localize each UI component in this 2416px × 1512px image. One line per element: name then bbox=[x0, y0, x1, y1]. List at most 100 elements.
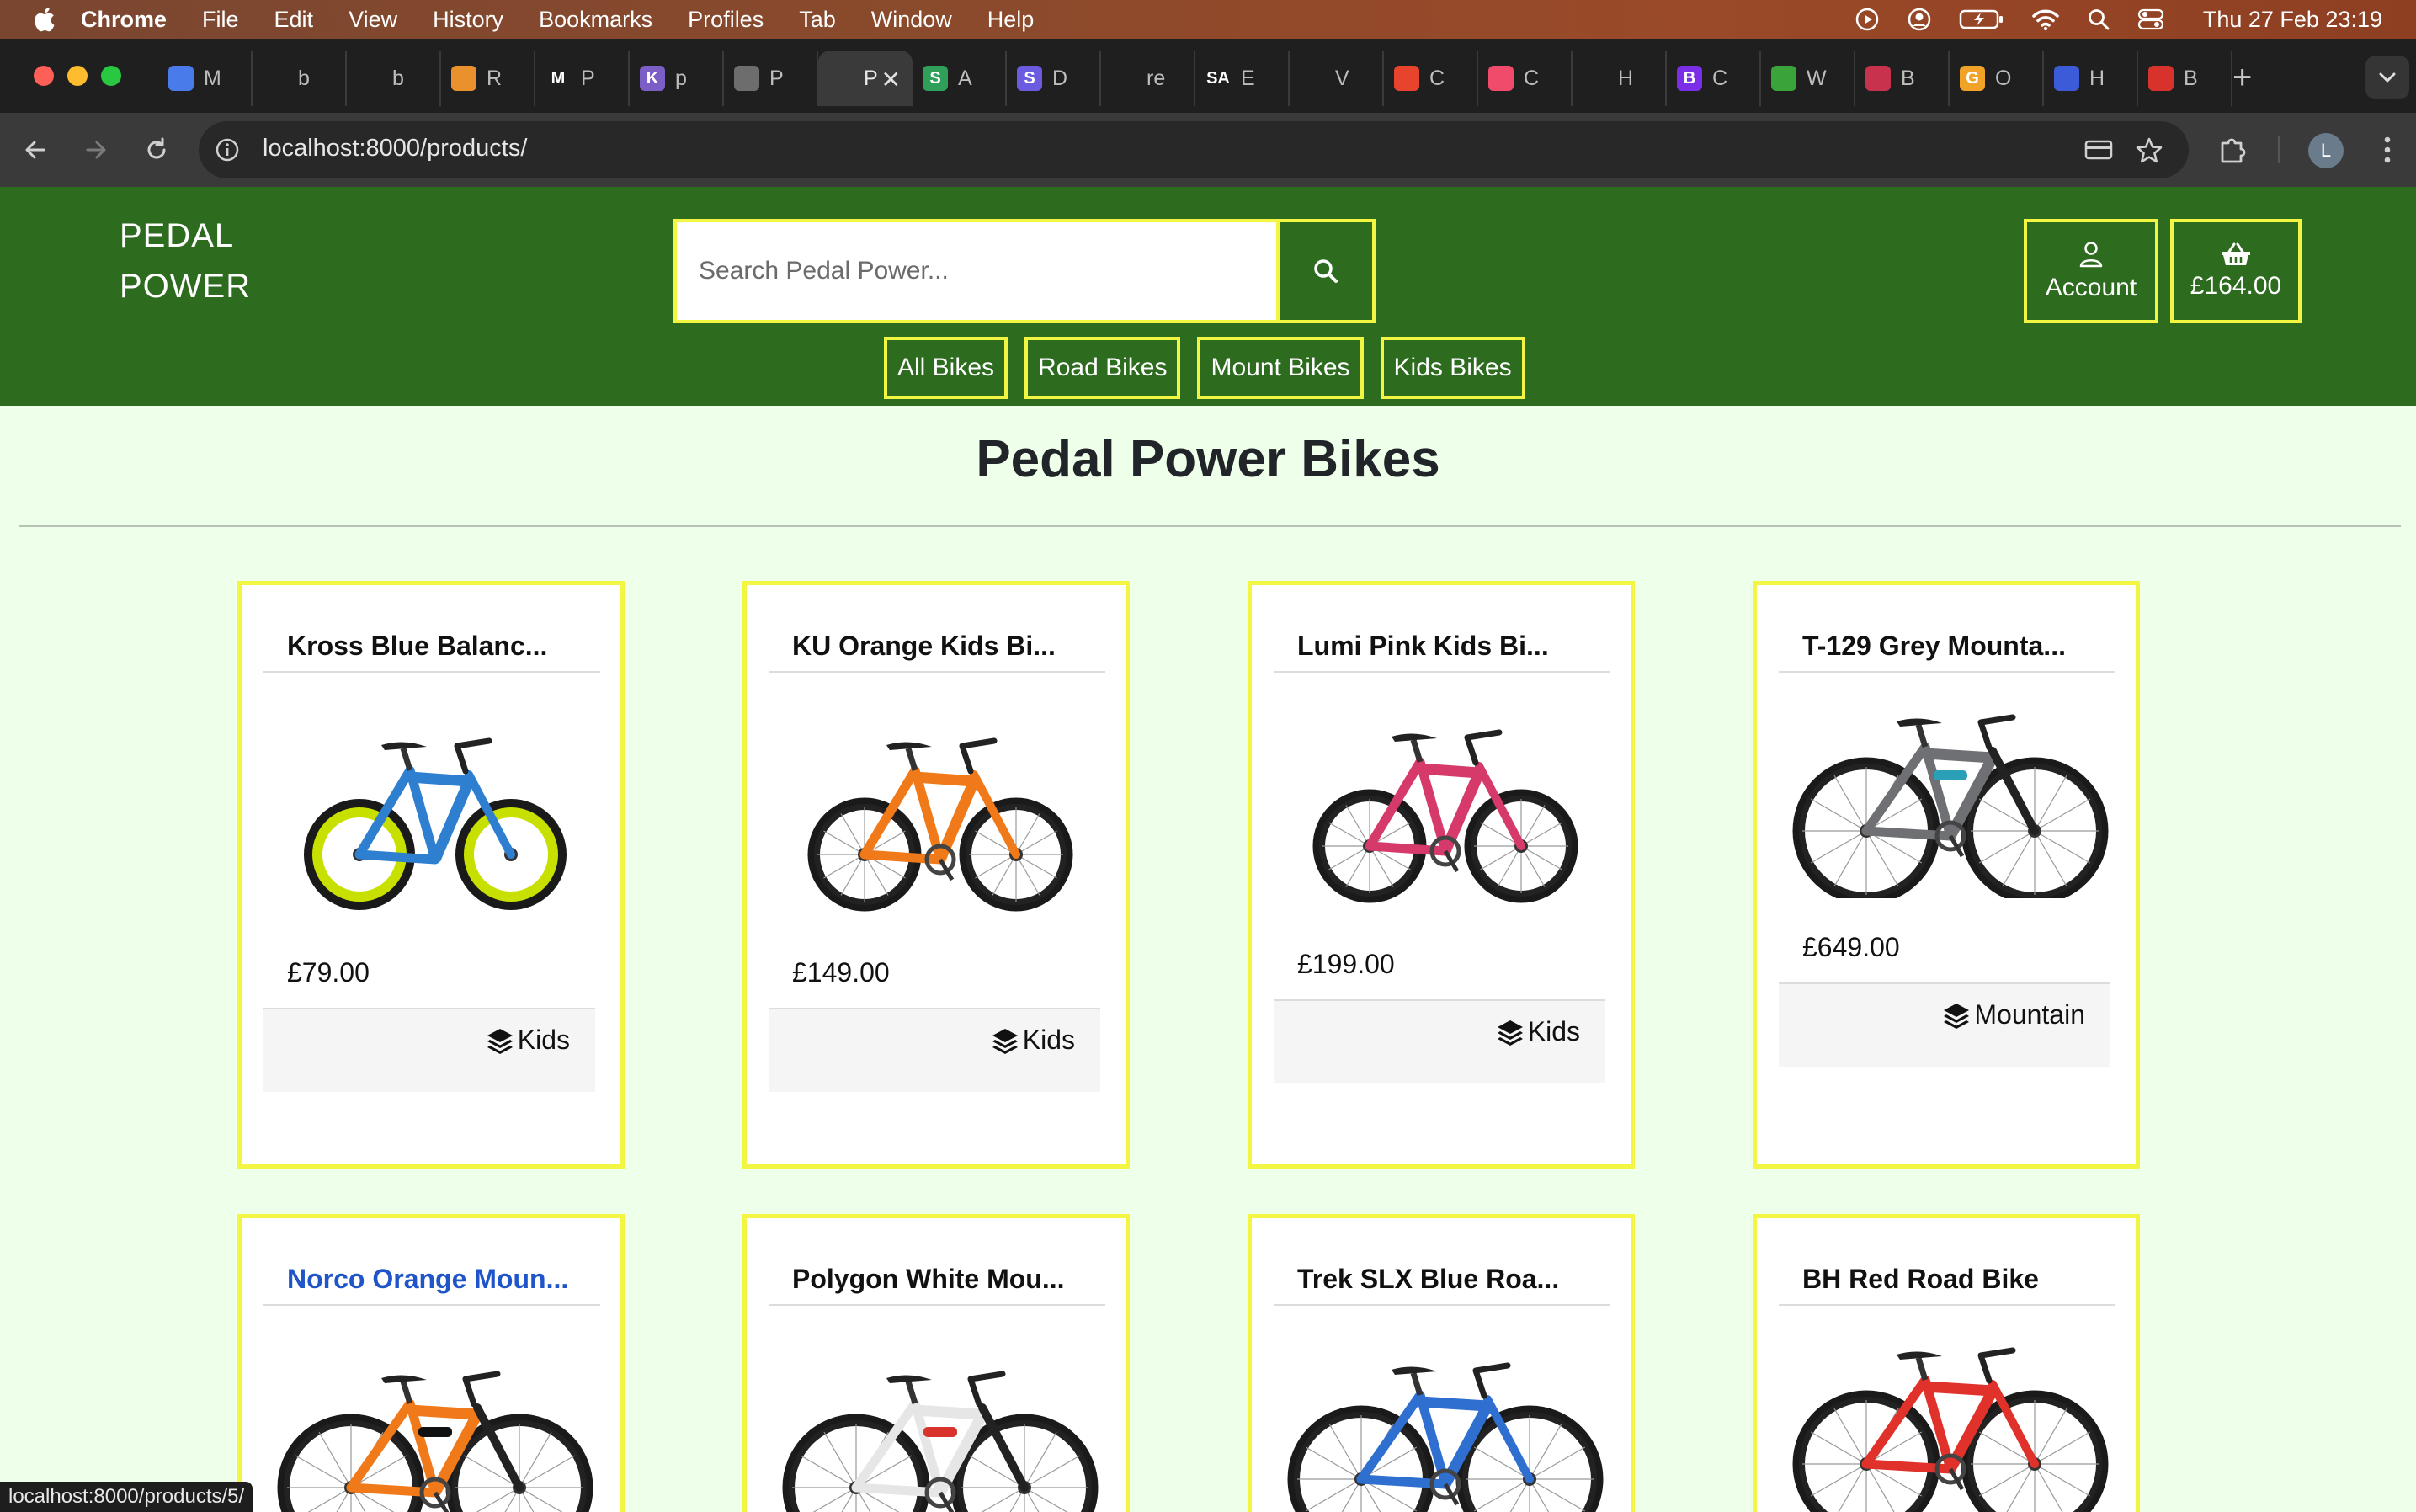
address-bar[interactable]: localhost:8000/products/ bbox=[199, 121, 2189, 178]
tab-title: A bbox=[958, 66, 972, 90]
media-play-icon[interactable] bbox=[1855, 7, 1880, 32]
menu-help[interactable]: Help bbox=[987, 7, 1035, 33]
bookmark-star-icon[interactable] bbox=[2135, 136, 2163, 163]
tab-title: C bbox=[1524, 66, 1540, 90]
account-button[interactable]: Account bbox=[2024, 219, 2158, 323]
control-center-icon[interactable] bbox=[2137, 8, 2164, 31]
extensions-puzzle-icon[interactable] bbox=[2216, 133, 2249, 167]
product-name[interactable]: Lumi Pink Kids Bi... bbox=[1297, 631, 1549, 662]
menu-window[interactable]: Window bbox=[871, 7, 952, 33]
browser-tab[interactable]: C bbox=[1478, 51, 1573, 106]
browser-tab[interactable]: H bbox=[1573, 51, 1667, 106]
product-name[interactable]: BH Red Road Bike bbox=[1802, 1264, 2039, 1295]
window-zoom-button[interactable] bbox=[101, 66, 121, 86]
logo-line-1: PEDAL bbox=[120, 217, 235, 254]
browser-tab[interactable]: BC bbox=[1667, 51, 1761, 106]
browser-tab[interactable]: P bbox=[724, 51, 818, 106]
product-category-link[interactable]: Kids bbox=[1496, 1016, 1580, 1047]
product-name[interactable]: KU Orange Kids Bi... bbox=[792, 631, 1056, 662]
tab-close-icon[interactable]: ✕ bbox=[881, 66, 901, 93]
browser-tab[interactable]: B bbox=[2138, 51, 2232, 106]
profile-avatar[interactable]: L bbox=[2308, 133, 2344, 168]
product-card[interactable]: KU Orange Kids Bi... £149.00 Kids bbox=[742, 581, 1130, 1169]
product-category-link[interactable]: Kids bbox=[991, 1025, 1075, 1056]
more-menu-icon[interactable] bbox=[2374, 131, 2401, 168]
product-name[interactable]: Kross Blue Balanc... bbox=[287, 631, 547, 662]
back-button[interactable] bbox=[17, 131, 54, 168]
browser-tab[interactable]: b bbox=[347, 51, 441, 106]
menu-file[interactable]: File bbox=[202, 7, 239, 33]
search-input[interactable] bbox=[677, 222, 1276, 320]
product-image[interactable] bbox=[1782, 679, 2119, 905]
browser-tab[interactable]: GO bbox=[1950, 51, 2044, 106]
product-image[interactable] bbox=[267, 1336, 604, 1512]
browser-tab[interactable]: W bbox=[1761, 51, 1855, 106]
layer-group-icon bbox=[1497, 1020, 1523, 1046]
browser-tab[interactable]: B bbox=[1855, 51, 1950, 106]
window-minimize-button[interactable] bbox=[67, 66, 88, 86]
menu-history[interactable]: History bbox=[433, 7, 503, 33]
browser-tab[interactable]: b bbox=[253, 51, 347, 106]
nav-mount-bikes[interactable]: Mount Bikes bbox=[1197, 337, 1364, 399]
menu-profiles[interactable]: Profiles bbox=[688, 7, 764, 33]
site-logo[interactable]: PEDAL POWER bbox=[120, 210, 251, 311]
tab-favicon-icon bbox=[1488, 66, 1514, 91]
browser-tab[interactable]: Kp bbox=[630, 51, 724, 106]
product-card[interactable]: Polygon White Mou... bbox=[742, 1214, 1130, 1512]
product-name[interactable]: Norco Orange Moun... bbox=[287, 1264, 568, 1295]
product-card[interactable]: Kross Blue Balanc... £79.00 Kids bbox=[237, 581, 625, 1169]
product-name[interactable]: Polygon White Mou... bbox=[792, 1264, 1065, 1295]
product-card[interactable]: T-129 Grey Mounta... £649.00 Mountain bbox=[1753, 581, 2140, 1169]
shopping-bag-button[interactable]: £164.00 bbox=[2170, 219, 2302, 323]
product-category-link[interactable]: Mountain bbox=[1942, 999, 2085, 1030]
nav-all-bikes[interactable]: All Bikes bbox=[884, 337, 1008, 399]
battery-charging-icon[interactable] bbox=[1959, 8, 2004, 31]
nav-road-bikes[interactable]: Road Bikes bbox=[1024, 337, 1181, 399]
browser-tab[interactable]: R bbox=[441, 51, 535, 106]
browser-tab[interactable]: SD bbox=[1007, 51, 1101, 106]
user-account-icon[interactable] bbox=[1907, 7, 1932, 32]
browser-tab[interactable]: V bbox=[1290, 51, 1384, 106]
browser-tab[interactable]: SA E bbox=[1195, 51, 1290, 106]
product-card[interactable]: Lumi Pink Kids Bi... £199.00 Kids bbox=[1248, 581, 1635, 1169]
product-category-link[interactable]: Kids bbox=[486, 1025, 570, 1056]
tab-title: P bbox=[864, 66, 878, 90]
menu-app-name[interactable]: Chrome bbox=[81, 7, 167, 33]
search-button[interactable] bbox=[1276, 222, 1372, 320]
product-card[interactable]: BH Red Road Bike bbox=[1753, 1214, 2140, 1512]
spotlight-search-icon[interactable] bbox=[2087, 8, 2110, 31]
product-image[interactable] bbox=[1277, 695, 1614, 918]
browser-tab[interactable]: M bbox=[158, 51, 253, 106]
browser-tab[interactable]: P ✕ bbox=[818, 51, 913, 106]
product-card[interactable]: Trek SLX Blue Roa... bbox=[1248, 1214, 1635, 1512]
browser-tab[interactable]: MP bbox=[535, 51, 630, 106]
product-name[interactable]: T-129 Grey Mounta... bbox=[1802, 631, 2066, 662]
menu-edit[interactable]: Edit bbox=[274, 7, 314, 33]
product-image[interactable] bbox=[1277, 1328, 1614, 1512]
nav-kids-bikes[interactable]: Kids Bikes bbox=[1380, 337, 1525, 399]
window-close-button[interactable] bbox=[34, 66, 54, 86]
menu-view[interactable]: View bbox=[349, 7, 397, 33]
tab-search-button[interactable] bbox=[2365, 56, 2409, 99]
address-url[interactable]: localhost:8000/products/ bbox=[263, 135, 527, 162]
product-name[interactable]: Trek SLX Blue Roa... bbox=[1297, 1264, 1559, 1295]
browser-tab[interactable]: H bbox=[2044, 51, 2138, 106]
product-image[interactable] bbox=[1782, 1312, 2119, 1512]
browser-tab[interactable]: SA bbox=[913, 51, 1007, 106]
menu-bookmarks[interactable]: Bookmarks bbox=[539, 7, 652, 33]
product-image[interactable] bbox=[267, 703, 604, 926]
browser-tab[interactable]: C bbox=[1384, 51, 1478, 106]
forward-button[interactable] bbox=[77, 131, 114, 168]
menubar-clock[interactable]: Thu 27 Feb 23:19 bbox=[2203, 7, 2382, 33]
new-tab-button[interactable]: + bbox=[2232, 61, 2252, 94]
reload-button[interactable] bbox=[138, 131, 175, 168]
site-info-icon[interactable] bbox=[214, 136, 241, 163]
browser-tab[interactable]: re bbox=[1101, 51, 1195, 106]
menu-tab[interactable]: Tab bbox=[799, 7, 836, 33]
payment-card-icon[interactable] bbox=[2084, 138, 2113, 162]
apple-logo-icon[interactable] bbox=[32, 6, 56, 33]
product-image[interactable] bbox=[772, 1336, 1109, 1512]
wifi-icon[interactable] bbox=[2031, 8, 2060, 31]
product-card[interactable]: Norco Orange Moun... bbox=[237, 1214, 625, 1512]
product-image[interactable] bbox=[772, 703, 1109, 926]
